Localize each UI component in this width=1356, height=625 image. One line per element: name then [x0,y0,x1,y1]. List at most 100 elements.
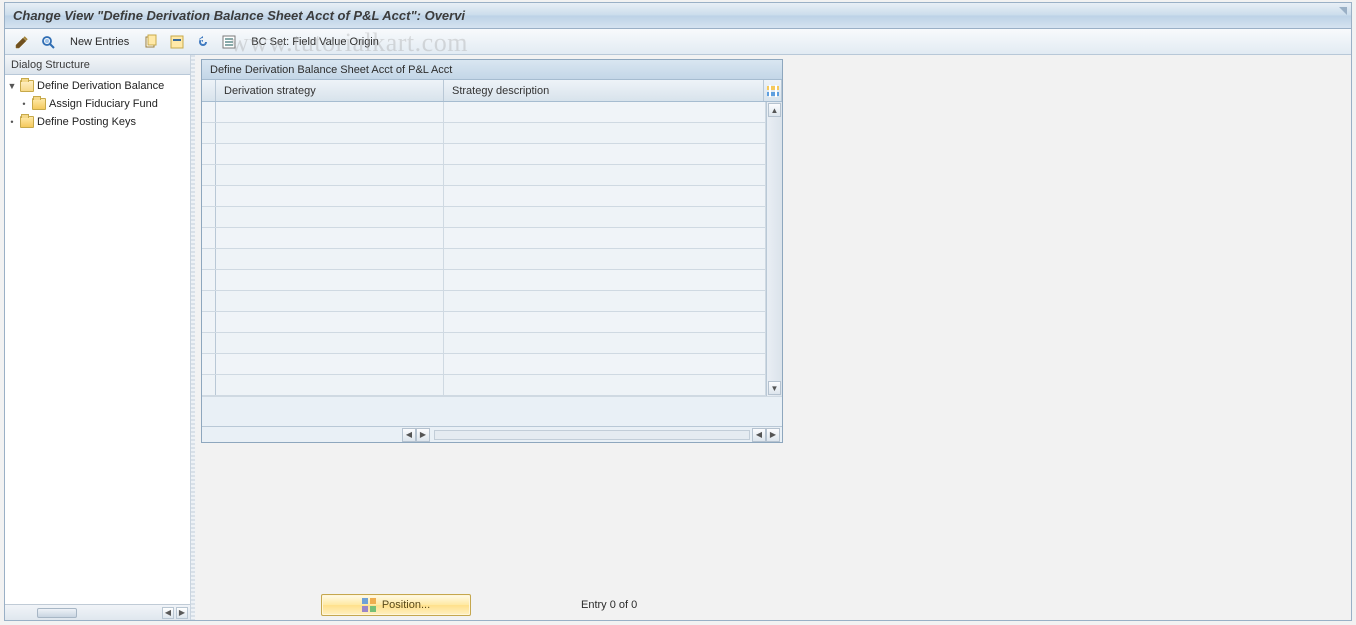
table-footer-gap [202,396,782,426]
table-row[interactable] [202,333,766,354]
select-all-button[interactable] [218,32,240,52]
app-window: Change View "Define Derivation Balance S… [4,2,1352,621]
scroll-right-icon[interactable]: ▶ [416,428,430,442]
cell-derivation-strategy[interactable] [216,228,444,248]
cell-strategy-description[interactable] [444,375,766,395]
row-selector-header[interactable] [202,80,216,101]
row-selector[interactable] [202,312,216,332]
cell-derivation-strategy[interactable] [216,249,444,269]
cell-derivation-strategy[interactable] [216,207,444,227]
table-row[interactable] [202,312,766,333]
row-selector[interactable] [202,123,216,143]
tree-item-define-derivation[interactable]: ▼ Define Derivation Balance [5,77,190,95]
row-selector[interactable] [202,333,216,353]
cell-strategy-description[interactable] [444,186,766,206]
expand-icon[interactable]: ▼ [7,81,17,91]
toggle-change-button[interactable] [11,32,33,52]
row-selector[interactable] [202,291,216,311]
dialog-structure-header: Dialog Structure [5,55,190,75]
configure-columns-button[interactable] [764,80,782,101]
scroll-left-icon[interactable]: ◀ [752,428,766,442]
bc-set-label: BC Set: Field Value Origin [251,36,379,48]
display-button[interactable] [37,32,59,52]
row-selector[interactable] [202,228,216,248]
table-row[interactable] [202,249,766,270]
position-button[interactable]: Position... [321,594,471,616]
scrollbar-track[interactable] [767,118,782,380]
cell-derivation-strategy[interactable] [216,375,444,395]
scrollbar-thumb[interactable] [37,608,77,618]
row-selector[interactable] [202,354,216,374]
cell-strategy-description[interactable] [444,144,766,164]
delete-button[interactable] [166,32,188,52]
row-selector[interactable] [202,375,216,395]
cell-derivation-strategy[interactable] [216,354,444,374]
undo-button[interactable] [192,32,214,52]
table-row[interactable] [202,186,766,207]
table-row[interactable] [202,144,766,165]
footer-bar: Position... Entry 0 of 0 [201,590,1347,620]
overview-table: Define Derivation Balance Sheet Acct of … [201,59,783,443]
cell-strategy-description[interactable] [444,291,766,311]
cell-strategy-description[interactable] [444,312,766,332]
row-selector[interactable] [202,186,216,206]
column-header-strategy-description[interactable]: Strategy description [444,80,764,101]
folder-icon [20,116,34,128]
scroll-up-icon[interactable]: ▲ [768,103,781,117]
tree-label: Define Derivation Balance [37,80,164,92]
row-selector[interactable] [202,207,216,227]
table-row[interactable] [202,123,766,144]
cell-strategy-description[interactable] [444,123,766,143]
table-header-row: Derivation strategy Strategy description [202,80,782,102]
cell-derivation-strategy[interactable] [216,312,444,332]
leaf-bullet-icon: • [7,117,17,127]
column-header-derivation-strategy[interactable]: Derivation strategy [216,80,444,101]
scroll-left-icon[interactable]: ◀ [402,428,416,442]
table-row[interactable] [202,228,766,249]
tree-item-assign-fiduciary[interactable]: • Assign Fiduciary Fund [5,95,190,113]
bc-set-button[interactable]: BC Set: Field Value Origin [244,32,386,52]
cell-strategy-description[interactable] [444,249,766,269]
table-row[interactable] [202,207,766,228]
row-selector[interactable] [202,144,216,164]
cell-derivation-strategy[interactable] [216,102,444,122]
dialog-structure-tree[interactable]: ▼ Define Derivation Balance • Assign Fid… [5,75,190,604]
row-selector[interactable] [202,249,216,269]
scrollbar-track[interactable] [434,430,750,440]
folder-open-icon [20,80,34,92]
scroll-down-icon[interactable]: ▼ [768,381,781,395]
table-row[interactable] [202,270,766,291]
cell-strategy-description[interactable] [444,102,766,122]
scroll-right-icon[interactable]: ▶ [766,428,780,442]
cell-derivation-strategy[interactable] [216,270,444,290]
scroll-left-icon[interactable]: ◀ [162,607,174,619]
sidebar-horizontal-scrollbar[interactable]: ◀ ▶ [5,604,190,620]
cell-strategy-description[interactable] [444,270,766,290]
cell-strategy-description[interactable] [444,354,766,374]
cell-strategy-description[interactable] [444,228,766,248]
cell-strategy-description[interactable] [444,207,766,227]
row-selector[interactable] [202,165,216,185]
cell-derivation-strategy[interactable] [216,333,444,353]
cell-derivation-strategy[interactable] [216,144,444,164]
row-selector[interactable] [202,102,216,122]
table-row[interactable] [202,102,766,123]
row-selector[interactable] [202,270,216,290]
table-row[interactable] [202,375,766,396]
cell-derivation-strategy[interactable] [216,123,444,143]
new-entries-button[interactable]: New Entries [63,32,136,52]
cell-derivation-strategy[interactable] [216,165,444,185]
cell-derivation-strategy[interactable] [216,186,444,206]
table-row[interactable] [202,165,766,186]
table-row[interactable] [202,291,766,312]
tree-item-define-posting-keys[interactable]: • Define Posting Keys [5,113,190,131]
copy-button[interactable] [140,32,162,52]
cell-strategy-description[interactable] [444,333,766,353]
cell-derivation-strategy[interactable] [216,291,444,311]
scroll-right-icon[interactable]: ▶ [176,607,188,619]
cell-strategy-description[interactable] [444,165,766,185]
table-row[interactable] [202,354,766,375]
table-horizontal-scrollbar[interactable]: ◀ ▶ ◀ ▶ [202,426,782,442]
title-bar: Change View "Define Derivation Balance S… [5,3,1351,29]
table-vertical-scrollbar[interactable]: ▲ ▼ [766,102,782,396]
